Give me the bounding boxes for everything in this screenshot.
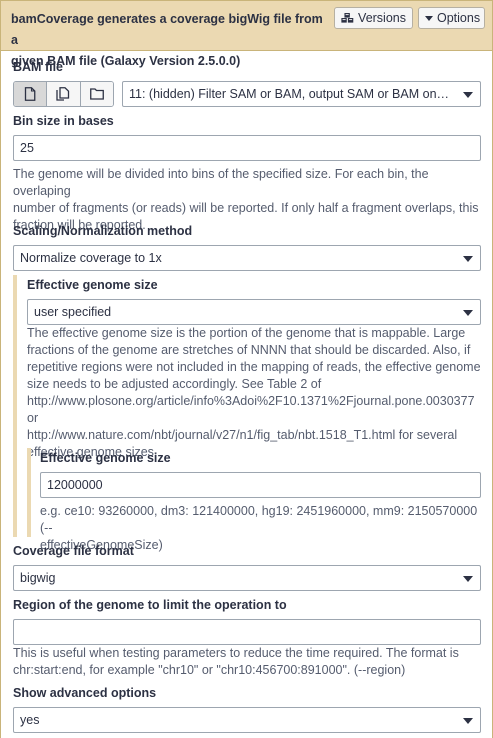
chevron-down-icon (463, 576, 473, 582)
advanced-options-selected: yes (20, 713, 40, 727)
help-line: chr:start:end, for example "chr10" or "c… (13, 663, 406, 677)
help-line: http://www.plosone.org/article/info%3Ado… (27, 394, 475, 425)
help-line: size needs to be adjusted accordingly. S… (27, 377, 322, 391)
scaling-selected: Normalize coverage to 1x (20, 251, 162, 265)
bin-size-input[interactable]: 25 (13, 135, 481, 161)
options-label: Options (437, 11, 481, 25)
bam-file-selected: 11: (hidden) Filter SAM or BAM, output S… (129, 87, 458, 101)
bam-file-select[interactable]: 11: (hidden) Filter SAM or BAM, output S… (122, 81, 481, 107)
versions-label: Versions (358, 11, 406, 25)
effective-genome-help: The effective genome size is the portion… (27, 325, 483, 461)
bin-size-label: Bin size in bases (13, 114, 114, 128)
caret-down-icon (425, 15, 433, 21)
folder-icon (89, 88, 104, 100)
multiple-datasets-button[interactable] (47, 82, 81, 106)
region-help: This is useful when testing parameters t… (13, 645, 483, 679)
chevron-down-icon (463, 256, 473, 262)
effective-genome-selected: user specified (34, 305, 112, 319)
help-line: number of fragments (or reads) will be r… (13, 201, 479, 215)
advanced-options-label: Show advanced options (13, 686, 157, 700)
tool-title-line: bamCoverage generates a coverage bigWig … (11, 12, 323, 47)
coverage-format-selected: bigwig (20, 571, 56, 585)
dataset-collection-button[interactable] (80, 82, 113, 106)
bam-file-label: BAM file (13, 60, 63, 74)
section-indent-bar (13, 275, 17, 537)
cubes-icon (341, 13, 354, 23)
chevron-down-icon (463, 718, 473, 724)
advanced-options-select[interactable]: yes (13, 707, 481, 733)
help-line: The genome will be divided into bins of … (13, 167, 429, 198)
help-line: The effective genome size is the portion… (27, 326, 466, 340)
help-line: This is useful when testing parameters t… (13, 646, 459, 660)
options-button[interactable]: Options (418, 7, 485, 29)
chevron-down-icon (463, 92, 473, 98)
tool-form: bamCoverage generates a coverage bigWig … (0, 0, 493, 738)
region-input[interactable] (13, 619, 481, 645)
coverage-format-label: Coverage file format (13, 544, 134, 558)
nested-section-indent-bar (27, 448, 31, 537)
chevron-down-icon (463, 310, 473, 316)
coverage-format-select[interactable]: bigwig (13, 565, 481, 591)
tool-header: bamCoverage generates a coverage bigWig … (1, 1, 492, 68)
region-label: Region of the genome to limit the operat… (13, 598, 287, 612)
scaling-label: Scaling/Normalization method (13, 224, 193, 238)
effective-genome-size-input[interactable]: 12000000 (40, 472, 481, 498)
versions-button[interactable]: Versions (334, 7, 413, 29)
help-line: repetitive regions were not included in … (27, 360, 481, 374)
effective-genome-label: Effective genome size (27, 278, 158, 292)
help-line: e.g. ce10: 93260000, dm3: 121400000, hg1… (40, 504, 478, 535)
file-icon (25, 87, 36, 101)
nested-effective-genome-label: Effective genome size (40, 451, 171, 465)
single-dataset-button[interactable] (14, 82, 48, 106)
help-line: http://www.nature.com/nbt/journal/v27/n1… (27, 428, 458, 442)
effective-genome-select[interactable]: user specified (27, 299, 481, 325)
bam-file-mode-group (13, 81, 114, 107)
files-icon (56, 87, 70, 101)
scaling-select[interactable]: Normalize coverage to 1x (13, 245, 481, 271)
help-line: fractions of the genome are stretches of… (27, 343, 471, 357)
